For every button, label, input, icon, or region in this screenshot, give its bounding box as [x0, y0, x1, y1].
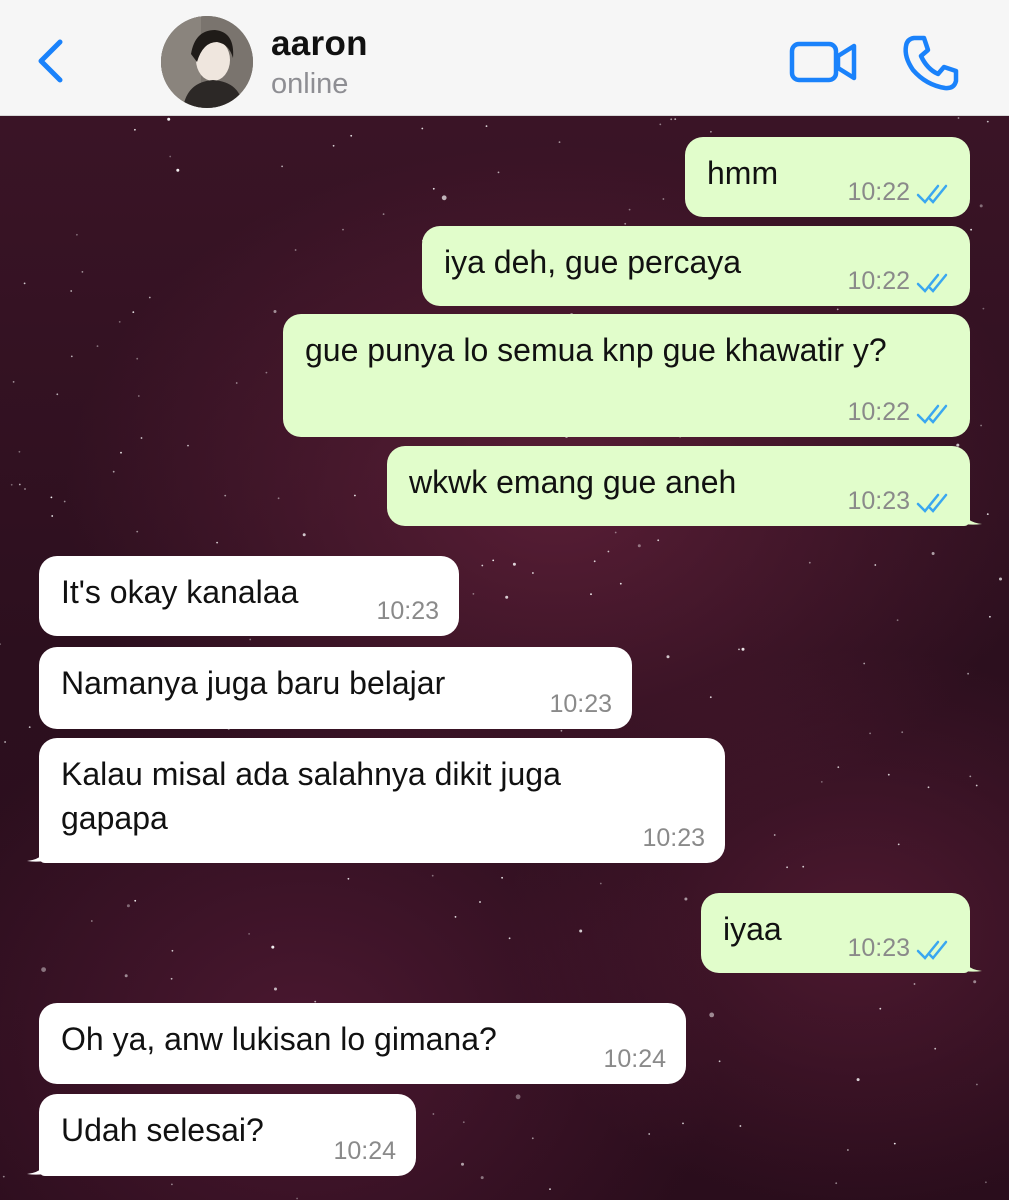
message-bubble-outgoing[interactable]: gue punya lo semua knp gue khawatir y? 1… [283, 314, 970, 437]
message-bubble-incoming[interactable]: Oh ya, anw lukisan lo gimana? 10:24 [39, 1003, 686, 1084]
read-receipt-icon [916, 493, 948, 513]
bubble-tail [958, 949, 982, 972]
message-time: 10:22 [847, 398, 910, 426]
read-receipt-icon [916, 184, 948, 204]
chat-header: aaron online [0, 0, 1009, 116]
message-time: 10:23 [847, 487, 910, 515]
message-bubble-outgoing[interactable]: hmm 10:22 [685, 137, 970, 217]
message-time: 10:23 [549, 690, 612, 718]
back-button[interactable] [30, 36, 74, 86]
message-time: 10:24 [603, 1045, 666, 1073]
read-receipt-icon [916, 940, 948, 960]
message-text: Oh ya, anw lukisan lo gimana? [61, 1021, 497, 1057]
message-bubble-incoming[interactable]: Kalau misal ada salahnya dikit juga gapa… [27, 738, 725, 863]
message-time: 10:22 [847, 267, 910, 295]
message-bubble-incoming[interactable]: It's okay kanalaa 10:23 [39, 556, 459, 636]
contact-status: online [271, 68, 349, 100]
message-text: iyaa [723, 911, 782, 947]
avatar-photo [161, 16, 253, 108]
video-call-button[interactable] [788, 36, 860, 88]
contact-name[interactable]: aaron [271, 24, 368, 64]
bubble-tail [958, 502, 982, 525]
message-text: Udah selesai? [61, 1112, 264, 1148]
read-receipt-icon [916, 273, 948, 293]
chat-area[interactable]: hmm 10:22 iya deh, gue percaya 10:22 gue… [0, 116, 1009, 1200]
message-time: 10:23 [376, 597, 439, 625]
message-time: 10:22 [847, 178, 910, 206]
message-bubble-outgoing[interactable]: iya deh, gue percaya 10:22 [422, 226, 970, 306]
phone-icon [903, 35, 959, 91]
contact-avatar[interactable] [161, 16, 253, 108]
bubble-tail [27, 1152, 51, 1175]
bubble-tail [27, 839, 51, 862]
message-text: Kalau misal ada salahnya dikit juga gapa… [61, 756, 570, 836]
voice-call-button[interactable] [900, 32, 962, 94]
message-time: 10:23 [642, 824, 705, 852]
message-bubble-outgoing[interactable]: iyaa 10:23 [701, 893, 982, 973]
message-bubble-outgoing[interactable]: wkwk emang gue aneh 10:23 [387, 446, 982, 526]
message-text: It's okay kanalaa [61, 574, 299, 610]
message-time: 10:23 [847, 934, 910, 962]
message-bubble-incoming[interactable]: Namanya juga baru belajar 10:23 [39, 647, 632, 729]
message-text: hmm [707, 155, 779, 191]
message-text: iya deh, gue percaya [444, 244, 742, 280]
message-text: gue punya lo semua knp gue khawatir y? [305, 332, 887, 368]
message-time: 10:24 [333, 1137, 396, 1165]
read-receipt-icon [916, 404, 948, 424]
message-text: wkwk emang gue aneh [409, 464, 737, 500]
message-text: Namanya juga baru belajar [61, 665, 446, 701]
chevron-left-icon [38, 39, 63, 83]
video-camera-icon [789, 41, 857, 83]
message-bubble-incoming[interactable]: Udah selesai? 10:24 [27, 1094, 416, 1176]
